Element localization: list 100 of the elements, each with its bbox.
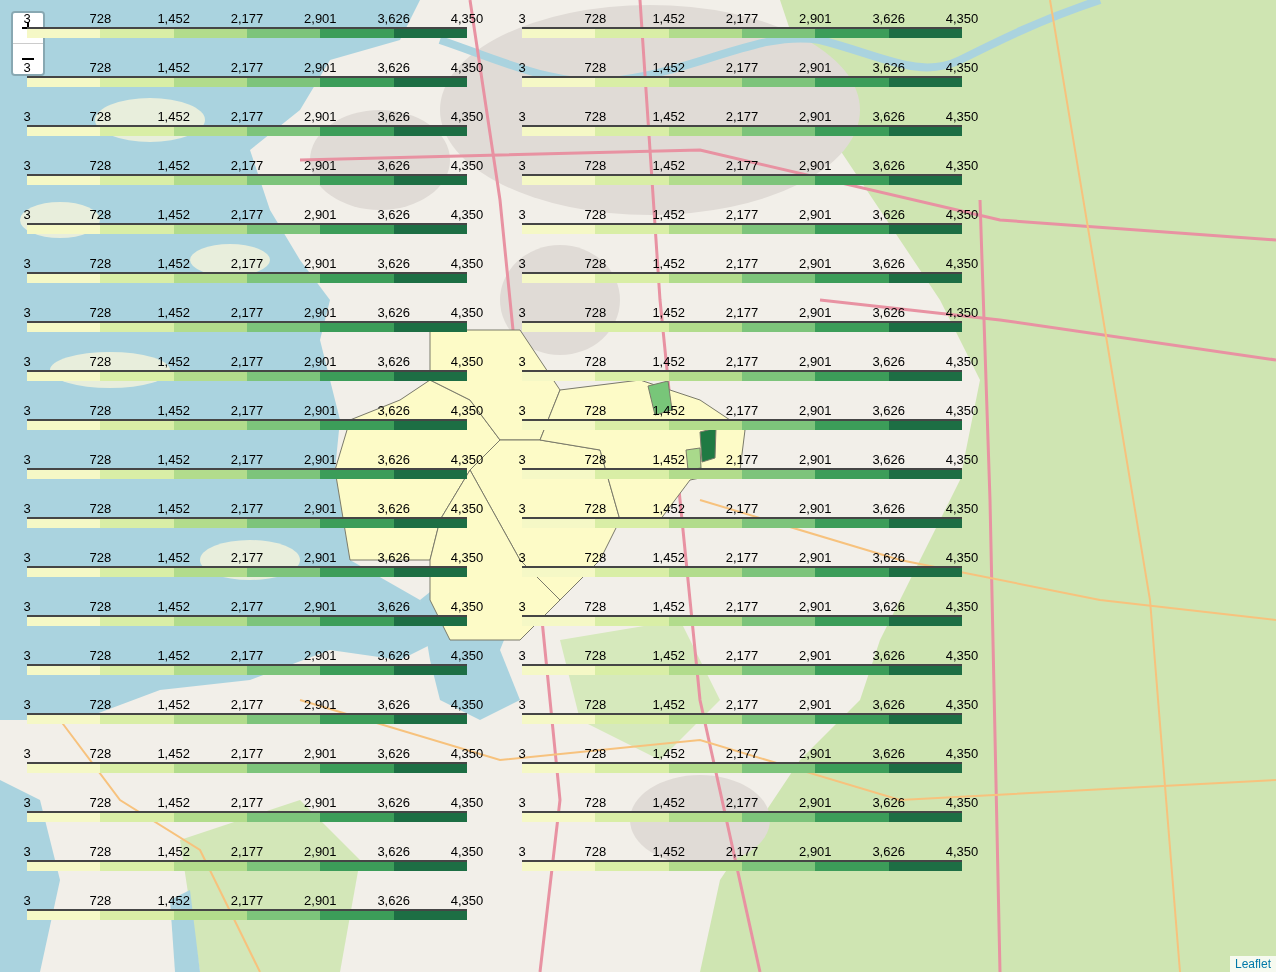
tick-label: 3 <box>518 403 526 419</box>
tick-label: 3 <box>23 648 31 664</box>
tick-label: 4,350 <box>945 403 979 419</box>
tick-label: 2,177 <box>725 305 759 321</box>
tick-label: 4,350 <box>945 550 979 566</box>
tick-label: 2,177 <box>230 648 264 664</box>
tick-label: 4,350 <box>945 354 979 370</box>
tick-label: 4,350 <box>450 550 484 566</box>
tick-label: 4,350 <box>450 354 484 370</box>
tick-label: 2,177 <box>725 550 759 566</box>
tick-label: 2,901 <box>799 256 832 272</box>
tick-label: 728 <box>89 207 112 223</box>
tick-label: 3 <box>23 158 31 174</box>
tick-label: 1,452 <box>157 697 190 713</box>
tick-label: 3,626 <box>872 11 905 27</box>
tick-label: 728 <box>584 158 607 174</box>
tick-label: 1,452 <box>157 599 190 615</box>
tick-label: 1,452 <box>652 11 685 27</box>
tick-label: 2,901 <box>799 354 832 370</box>
tick-label: 2,177 <box>230 403 264 419</box>
tick-label: 728 <box>584 599 607 615</box>
tick-label: 728 <box>584 697 607 713</box>
tick-label: 2,901 <box>304 746 337 762</box>
tick-label: 2,177 <box>725 795 759 811</box>
tick-label: 3,626 <box>377 550 410 566</box>
tick-label: 728 <box>89 305 112 321</box>
tick-label: 728 <box>89 697 112 713</box>
tick-label: 1,452 <box>652 550 685 566</box>
tick-label: 3 <box>518 746 526 762</box>
tick-label: 3,626 <box>872 158 905 174</box>
tick-label: 728 <box>584 452 607 468</box>
tick-label: 1,452 <box>157 893 190 909</box>
zoom-out-button[interactable] <box>13 43 43 74</box>
tick-label: 4,350 <box>945 746 979 762</box>
tick-label: 1,452 <box>157 648 190 664</box>
tick-label: 728 <box>584 256 607 272</box>
tick-label: 728 <box>584 207 607 223</box>
tick-label: 728 <box>89 501 112 517</box>
tick-label: 3,626 <box>872 697 905 713</box>
tick-label: 2,901 <box>304 403 337 419</box>
tick-label: 3 <box>23 746 31 762</box>
tick-label: 4,350 <box>450 746 484 762</box>
tick-label: 1,452 <box>157 305 190 321</box>
tick-label: 2,901 <box>799 844 832 860</box>
tick-label: 728 <box>584 11 607 27</box>
tick-label: 3 <box>23 697 31 713</box>
tick-label: 1,452 <box>652 795 685 811</box>
tick-label: 2,901 <box>304 648 337 664</box>
tick-label: 3,626 <box>377 697 410 713</box>
tick-label: 3,626 <box>872 403 905 419</box>
tick-label: 3,626 <box>377 305 410 321</box>
tick-label: 1,452 <box>157 354 190 370</box>
tick-label: 728 <box>89 60 112 76</box>
tick-label: 3 <box>518 207 526 223</box>
tick-label: 3,626 <box>377 844 410 860</box>
tick-label: 3 <box>23 60 31 76</box>
tick-label: 2,177 <box>725 207 759 223</box>
tick-label: 3,626 <box>872 354 905 370</box>
tick-label: 728 <box>584 648 607 664</box>
tick-label: 2,177 <box>725 452 759 468</box>
tick-label: 1,452 <box>157 452 190 468</box>
tick-label: 3 <box>518 501 526 517</box>
tick-label: 3,626 <box>872 599 905 615</box>
tick-label: 3,626 <box>872 109 905 125</box>
tick-label: 2,901 <box>799 60 832 76</box>
tick-label: 2,177 <box>725 599 759 615</box>
tick-label: 3 <box>23 403 31 419</box>
tick-label: 2,901 <box>799 109 832 125</box>
tick-label: 2,901 <box>304 11 337 27</box>
tick-label: 3 <box>23 452 31 468</box>
tick-label: 2,901 <box>799 501 832 517</box>
tick-label: 4,350 <box>450 158 484 174</box>
tick-label: 2,901 <box>799 207 832 223</box>
tick-label: 2,177 <box>230 844 264 860</box>
tick-label: 1,452 <box>157 403 190 419</box>
tick-label: 2,901 <box>304 893 337 909</box>
tick-label: 728 <box>89 403 112 419</box>
tick-label: 3,626 <box>872 844 905 860</box>
tick-label: 1,452 <box>157 60 190 76</box>
tick-label: 728 <box>584 844 607 860</box>
tick-label: 3,626 <box>872 305 905 321</box>
tick-label: 2,177 <box>230 550 264 566</box>
tick-label: 4,350 <box>450 697 484 713</box>
tick-label: 2,177 <box>230 109 264 125</box>
tick-label: 1,452 <box>652 256 685 272</box>
tick-label: 2,177 <box>725 158 759 174</box>
tick-label: 2,901 <box>304 207 337 223</box>
attribution-link[interactable]: Leaflet <box>1234 957 1271 971</box>
tick-label: 728 <box>89 746 112 762</box>
tick-label: 3,626 <box>872 501 905 517</box>
tick-label: 728 <box>89 452 112 468</box>
tick-label: 4,350 <box>450 648 484 664</box>
tick-label: 2,901 <box>799 795 832 811</box>
tick-label: 4,350 <box>945 599 979 615</box>
tick-label: 2,901 <box>799 11 832 27</box>
tick-label: 1,452 <box>652 746 685 762</box>
tick-label: 3 <box>518 599 526 615</box>
tick-label: 1,452 <box>652 354 685 370</box>
tick-label: 3 <box>23 550 31 566</box>
tick-label: 3,626 <box>872 550 905 566</box>
